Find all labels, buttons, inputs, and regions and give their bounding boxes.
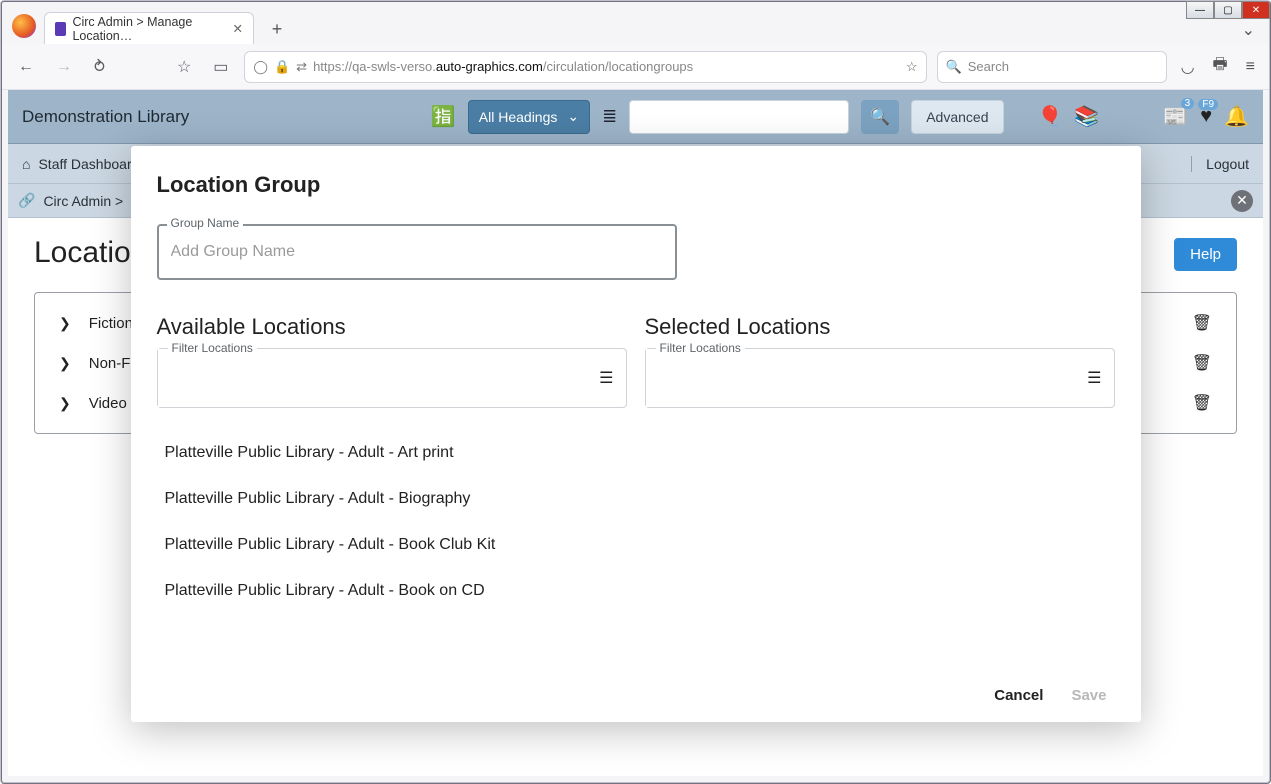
firefox-logo-icon bbox=[12, 14, 36, 38]
tab-favicon-icon bbox=[55, 22, 66, 36]
available-locations-heading: Available Locations bbox=[157, 314, 627, 340]
trash-icon[interactable]: 🗑 bbox=[1192, 313, 1212, 333]
bookmark-star-icon[interactable]: ☆ bbox=[171, 53, 197, 81]
chevron-right-icon: ❯ bbox=[59, 395, 71, 412]
heart-icon[interactable]: ♥F9 bbox=[1200, 105, 1212, 128]
badge-count: 3 bbox=[1181, 98, 1195, 109]
search-icon: 🔍 bbox=[946, 59, 962, 75]
selected-locations-heading: Selected Locations bbox=[645, 314, 1115, 340]
list-item[interactable]: Platteville Public Library - Adult - Boo… bbox=[157, 568, 621, 614]
list-item[interactable]: Platteville Public Library - Adult - Bio… bbox=[157, 476, 621, 522]
trash-icon[interactable]: 🗑 bbox=[1192, 393, 1212, 413]
available-filter-input[interactable] bbox=[158, 349, 582, 407]
logout-link[interactable]: Logout bbox=[1191, 156, 1249, 172]
headings-select[interactable]: All Headings ⌄ bbox=[468, 100, 590, 134]
pocket-icon[interactable]: ◡ bbox=[1177, 53, 1199, 81]
home-icon: ⌂ bbox=[22, 156, 30, 172]
forward-button: → bbox=[50, 54, 78, 80]
back-button[interactable]: ← bbox=[12, 54, 40, 80]
hamburger-menu-icon[interactable]: ≡ bbox=[1242, 54, 1259, 80]
selected-locations-list[interactable] bbox=[645, 430, 1115, 650]
save-button: Save bbox=[1071, 687, 1106, 704]
badge-f9: F9 bbox=[1198, 99, 1218, 110]
extension-icon[interactable]: ▭ bbox=[207, 53, 234, 81]
filter-icon[interactable]: ☰ bbox=[1087, 368, 1101, 388]
trash-icon[interactable]: 🗑 bbox=[1192, 353, 1212, 373]
address-bar[interactable]: ◯ 🔒 ⇄ https://qa-swls-verso.auto-graphic… bbox=[244, 51, 926, 83]
help-button[interactable]: Help bbox=[1174, 238, 1237, 271]
library-name: Demonstration Library bbox=[22, 107, 189, 127]
list-item[interactable]: Platteville Public Library - Adult - Art… bbox=[157, 430, 621, 476]
group-name-input[interactable] bbox=[157, 224, 677, 280]
catalog-search-input[interactable] bbox=[629, 100, 849, 134]
bell-icon[interactable]: 🔔 bbox=[1224, 104, 1249, 129]
new-tab-button[interactable]: + bbox=[262, 14, 292, 44]
window-close-button[interactable]: ✕ bbox=[1242, 1, 1270, 19]
print-icon[interactable]: 🖶 bbox=[1209, 49, 1232, 84]
headings-select-label: All Headings bbox=[479, 109, 558, 125]
dialog-title: Location Group bbox=[157, 172, 1115, 198]
balloon-icon[interactable]: 🎈 bbox=[1038, 104, 1063, 129]
filter-icon[interactable]: ☰ bbox=[599, 368, 613, 388]
window-controls: — ▢ ✕ bbox=[1186, 1, 1270, 19]
filter-label: Filter Locations bbox=[656, 341, 745, 355]
tabs-dropdown-icon[interactable]: ⌄ bbox=[1238, 16, 1259, 44]
selected-filter-input[interactable] bbox=[646, 349, 1070, 407]
browser-search-box[interactable]: 🔍 Search bbox=[937, 51, 1167, 83]
location-group-dialog: Location Group Group Name Available Loca… bbox=[131, 146, 1141, 722]
available-locations-list[interactable]: Platteville Public Library - Adult - Art… bbox=[157, 430, 627, 650]
tab-title: Circ Admin > Manage Location… bbox=[72, 15, 222, 43]
chevron-right-icon: ❯ bbox=[59, 315, 71, 332]
shield-icon: ◯ bbox=[253, 59, 268, 75]
search-icon: 🔍 bbox=[870, 107, 890, 127]
permissions-icon: ⇄ bbox=[296, 59, 307, 75]
search-placeholder: Search bbox=[968, 59, 1009, 74]
group-name-label: Group Name bbox=[167, 216, 244, 230]
nav-staff-dashboard[interactable]: Staff Dashboard bbox=[38, 156, 139, 172]
books-icon[interactable]: 📚 bbox=[1074, 104, 1099, 129]
window-maximize-button[interactable]: ▢ bbox=[1214, 1, 1242, 19]
chevron-right-icon: ❯ bbox=[59, 355, 71, 372]
link-icon: 🔗 bbox=[18, 192, 35, 209]
tab-close-icon[interactable]: ✕ bbox=[233, 21, 243, 36]
language-icon[interactable]: 🈯 bbox=[431, 104, 456, 129]
list-item[interactable]: Platteville Public Library - Adult - Boo… bbox=[157, 522, 621, 568]
close-panel-icon[interactable]: ✕ bbox=[1231, 190, 1253, 212]
breadcrumb-text[interactable]: Circ Admin > bbox=[43, 193, 123, 209]
cancel-button[interactable]: Cancel bbox=[994, 687, 1043, 704]
search-button[interactable]: 🔍 bbox=[861, 100, 899, 134]
advanced-search-button[interactable]: Advanced bbox=[911, 100, 1003, 134]
chevron-down-icon: ⌄ bbox=[567, 108, 579, 125]
browser-tab[interactable]: Circ Admin > Manage Location… ✕ bbox=[44, 12, 254, 44]
database-icon[interactable]: ≣ bbox=[602, 106, 617, 127]
list-icon[interactable]: 📰3 bbox=[1163, 104, 1188, 129]
reload-button[interactable]: ⥁ bbox=[88, 53, 111, 81]
lock-icon: 🔒 bbox=[274, 59, 290, 75]
window-minimize-button[interactable]: — bbox=[1186, 1, 1214, 19]
filter-label: Filter Locations bbox=[168, 341, 257, 355]
url-text: https://qa-swls-verso.auto-graphics.com/… bbox=[313, 59, 900, 74]
bookmark-page-icon[interactable]: ☆ bbox=[906, 59, 918, 75]
